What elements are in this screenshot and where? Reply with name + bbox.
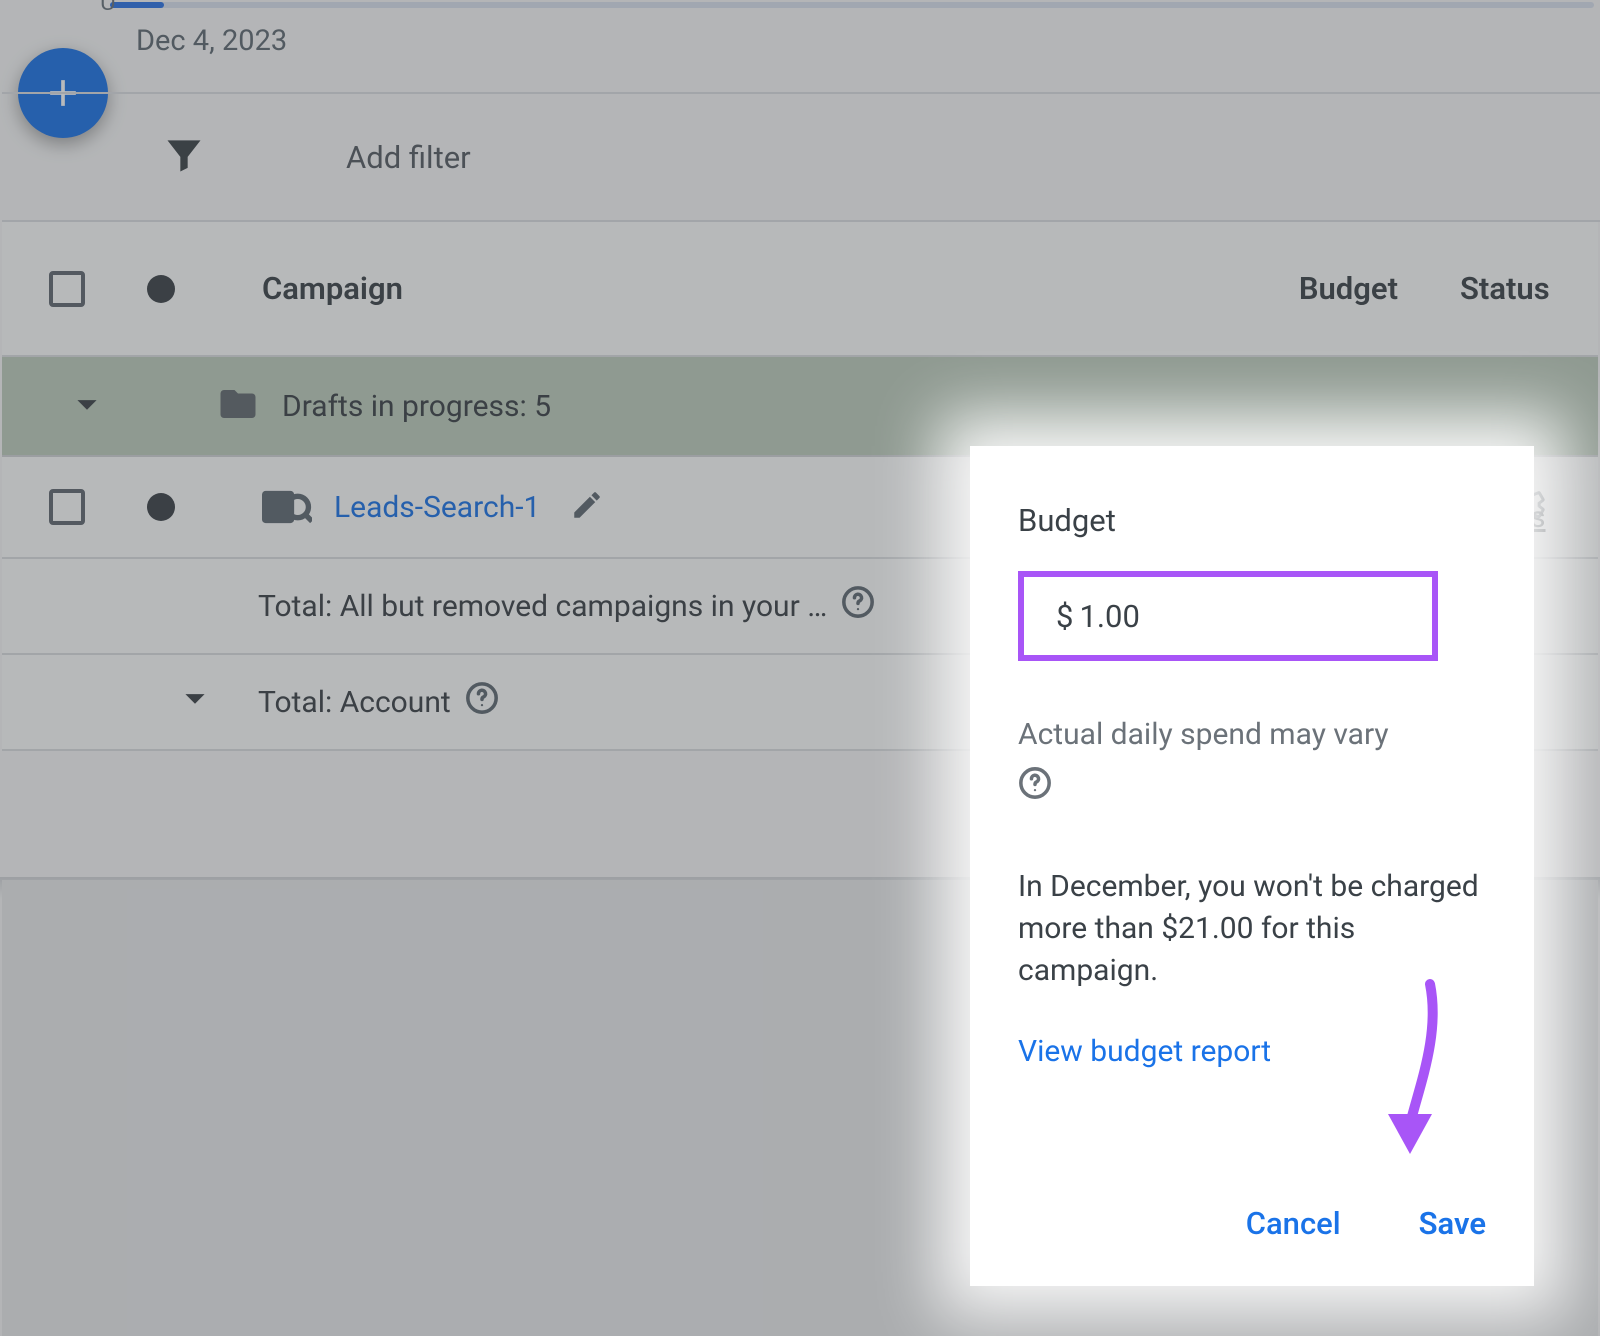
search-campaign-icon <box>262 487 312 527</box>
date-label: Dec 4, 2023 <box>136 24 287 58</box>
charge-limit-text: In December, you won't be charged more t… <box>1018 866 1486 992</box>
column-header-budget[interactable]: Budget <box>979 270 1452 307</box>
popup-actions: Cancel Save <box>1246 1205 1486 1242</box>
add-filter-button[interactable]: Add filter <box>346 139 471 176</box>
popup-title: Budget <box>1018 502 1486 539</box>
column-header-campaign[interactable]: Campaign <box>190 270 979 307</box>
help-icon[interactable] <box>1018 766 1486 804</box>
currency-symbol: $ <box>1056 598 1073 635</box>
help-icon[interactable] <box>827 585 875 627</box>
filter-icon[interactable] <box>162 133 206 181</box>
date-slider-track[interactable] <box>110 2 1594 8</box>
row-status-dot[interactable] <box>147 493 175 521</box>
folder-icon <box>216 383 260 429</box>
status-filter-dot[interactable] <box>147 275 175 303</box>
budget-value: 1.00 <box>1079 598 1139 635</box>
view-budget-report-link[interactable]: View budget report <box>1018 1034 1271 1069</box>
drafts-label: Drafts in progress: 5 <box>282 389 551 424</box>
help-icon[interactable] <box>451 681 499 723</box>
select-all-checkbox[interactable] <box>49 271 85 307</box>
drafts-group-row[interactable]: Drafts in progress: 5 <box>2 357 1598 457</box>
campaign-name-link[interactable]: Leads-Search-1 <box>334 490 540 525</box>
row-checkbox[interactable] <box>49 489 85 525</box>
column-header-status[interactable]: Status <box>1452 270 1598 307</box>
chevron-down-icon[interactable] <box>64 381 110 431</box>
save-button[interactable]: Save <box>1419 1205 1486 1242</box>
chevron-down-icon[interactable] <box>172 675 218 729</box>
edit-icon[interactable] <box>570 488 604 526</box>
date-slider-handle[interactable]: U <box>100 0 116 16</box>
budget-input[interactable]: $1.00 <box>1018 571 1438 661</box>
date-slider-fill <box>110 2 164 8</box>
cancel-button[interactable]: Cancel <box>1246 1205 1341 1242</box>
total-filtered-label: Total: All but removed campaigns in your… <box>258 589 827 624</box>
budget-edit-popup: Budget $1.00 Actual daily spend may vary… <box>970 446 1534 1286</box>
table-header-row: Campaign Budget Status <box>2 222 1598 357</box>
filter-bar: Add filter <box>2 92 1600 222</box>
total-account-label: Total: Account <box>258 685 451 720</box>
budget-hint: Actual daily spend may vary <box>1018 715 1486 756</box>
